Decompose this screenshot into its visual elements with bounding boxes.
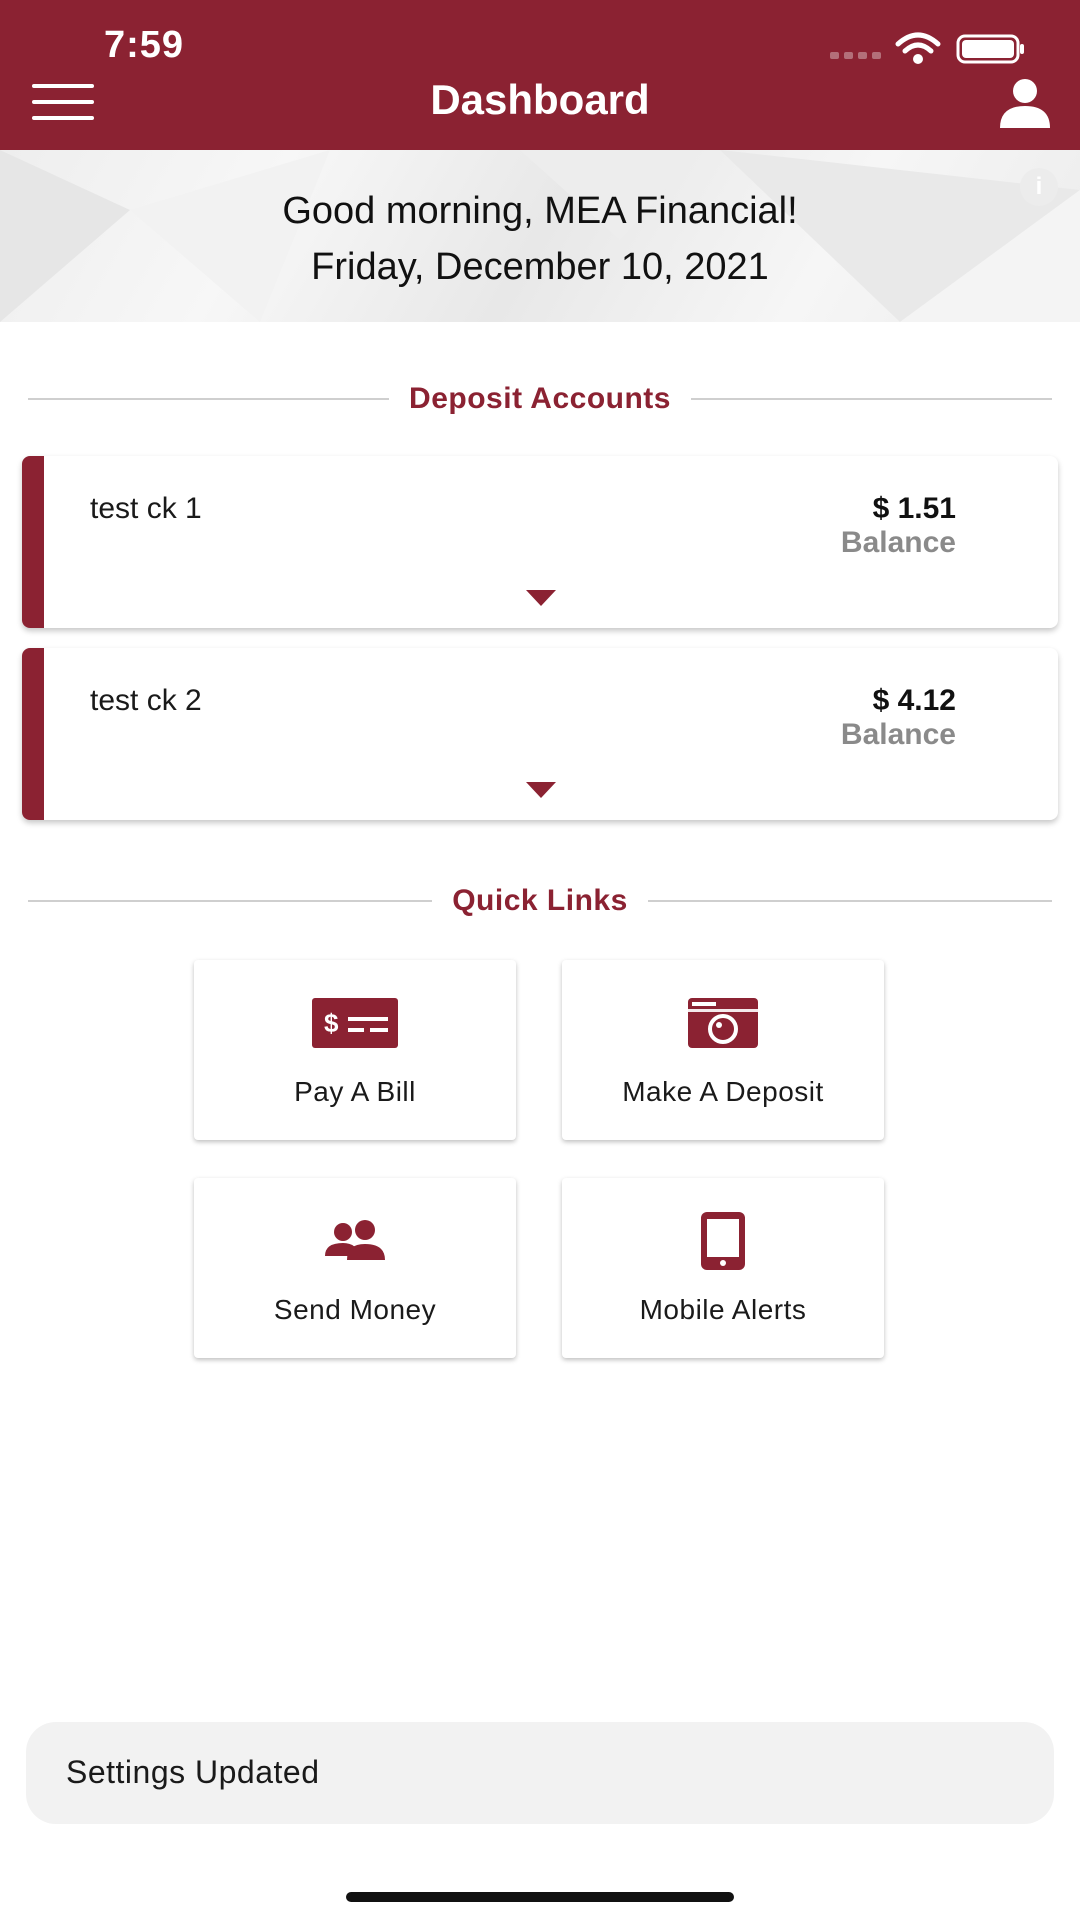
section-title: Quick Links xyxy=(452,884,628,917)
status-time: 7:59 xyxy=(104,24,185,66)
camera-icon xyxy=(688,998,758,1048)
account-card[interactable]: test ck 2 $ 4.12 Balance xyxy=(22,648,1058,820)
svg-text:$: $ xyxy=(324,1008,339,1038)
phone-icon xyxy=(701,1212,745,1270)
account-name: test ck 2 xyxy=(90,684,202,717)
expand-caret-icon[interactable] xyxy=(526,782,556,798)
bill-icon: $ xyxy=(312,998,398,1048)
section-title: Deposit Accounts xyxy=(409,382,671,415)
wifi-icon xyxy=(895,32,941,64)
account-balance-label: Balance xyxy=(840,718,956,751)
account-balance-amount: $ 1.51 xyxy=(872,492,956,525)
account-accent-bar xyxy=(22,456,44,628)
quick-link-send-money[interactable]: Send Money xyxy=(194,1178,516,1358)
expand-caret-icon[interactable] xyxy=(526,590,556,606)
toast-notification: Settings Updated xyxy=(26,1722,1054,1824)
quick-link-label: Mobile Alerts xyxy=(639,1294,807,1325)
account-balance-label: Balance xyxy=(840,526,956,559)
account-card[interactable]: test ck 1 $ 1.51 Balance xyxy=(22,456,1058,628)
quick-link-pay-a-bill[interactable]: $ Pay A Bill xyxy=(194,960,516,1140)
greeting-banner: Good morning, MEA Financial! Friday, Dec… xyxy=(0,150,1080,322)
account-accent-bar xyxy=(22,648,44,820)
app-header: 7:59 Dashboard xyxy=(0,0,1080,150)
toast-message: Settings Updated xyxy=(66,1754,320,1790)
battery-icon xyxy=(956,34,1024,64)
people-icon xyxy=(325,1220,385,1260)
info-icon[interactable]: i xyxy=(1020,168,1058,206)
cellular-signal-icon xyxy=(830,52,881,59)
account-balance-amount: $ 4.12 xyxy=(872,684,956,717)
quick-link-make-a-deposit[interactable]: Make A Deposit xyxy=(562,960,884,1140)
quick-link-label: Send Money xyxy=(273,1294,437,1325)
greeting-text: Good morning, MEA Financial! xyxy=(282,190,798,232)
banner-background-pattern xyxy=(0,150,1080,322)
quick-links-heading: Quick Links xyxy=(28,884,1052,918)
quick-link-label: Make A Deposit xyxy=(622,1076,824,1107)
date-text: Friday, December 10, 2021 xyxy=(311,246,769,288)
profile-icon[interactable] xyxy=(996,78,1054,128)
account-name: test ck 1 xyxy=(90,492,202,525)
quick-link-mobile-alerts[interactable]: Mobile Alerts xyxy=(562,1178,884,1358)
deposit-accounts-heading: Deposit Accounts xyxy=(28,382,1053,416)
home-indicator xyxy=(346,1892,734,1902)
quick-link-label: Pay A Bill xyxy=(294,1076,416,1107)
page-title: Dashboard xyxy=(430,76,650,123)
